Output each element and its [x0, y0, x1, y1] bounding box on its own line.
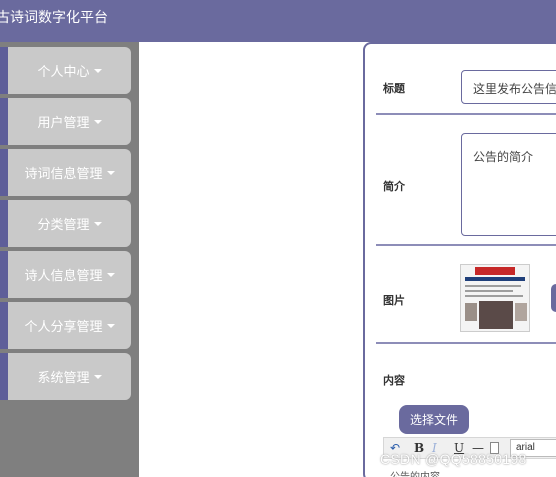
caret-down-icon [106, 323, 115, 328]
image-label: 图片 [383, 295, 405, 307]
sidebar-item-user-management[interactable]: 用户管理 [0, 98, 131, 145]
sidebar-item-personal-center[interactable]: 个人中心 [0, 47, 131, 94]
sidebar-item-label: 个人分享管理 [24, 319, 103, 334]
caret-down-icon [93, 374, 102, 379]
sidebar-item-label: 系统管理 [37, 370, 90, 385]
sidebar-item-label: 诗人信息管理 [24, 268, 103, 283]
title-label: 标题 [383, 83, 405, 95]
caret-down-icon [106, 272, 115, 277]
caret-down-icon [93, 119, 102, 124]
editor-content[interactable]: 公告的内容 [390, 468, 440, 477]
summary-textarea[interactable]: 公告的简介 [461, 133, 556, 236]
row-divider [376, 244, 556, 246]
row-divider [376, 342, 556, 344]
row-divider [376, 113, 556, 115]
caret-down-icon [93, 68, 102, 73]
sidebar-item-category-management[interactable]: 分类管理 [0, 200, 131, 247]
caret-down-icon [106, 170, 115, 175]
sidebar-item-system-management[interactable]: 系统管理 [0, 353, 131, 400]
sidebar-item-label: 个人中心 [37, 64, 90, 79]
content-label: 内容 [383, 375, 405, 387]
sidebar-item-poet-management[interactable]: 诗人信息管理 [0, 251, 131, 298]
sidebar-item-label: 分类管理 [37, 217, 90, 232]
watermark: CSDN @QQ58850198 [380, 451, 527, 467]
image-upload-button[interactable] [551, 284, 556, 312]
sidebar-item-label: 诗词信息管理 [24, 166, 103, 181]
sidebar-item-poetry-management[interactable]: 诗词信息管理 [0, 149, 131, 196]
sidebar: 个人中心 用户管理 诗词信息管理 分类管理 诗人信息管理 个人分享管理 系统管理 [0, 42, 139, 477]
choose-file-button[interactable]: 选择文件 [399, 405, 469, 434]
summary-label: 简介 [383, 181, 405, 193]
app-title: 古诗词数字化平台 [0, 9, 108, 25]
uploaded-image-thumbnail[interactable] [460, 264, 530, 332]
title-input[interactable]: 这里发布公告信 [461, 70, 556, 104]
caret-down-icon [93, 221, 102, 226]
sidebar-item-share-management[interactable]: 个人分享管理 [0, 302, 131, 349]
top-header: 古诗词数字化平台 [0, 0, 556, 42]
sidebar-item-label: 用户管理 [37, 115, 90, 130]
